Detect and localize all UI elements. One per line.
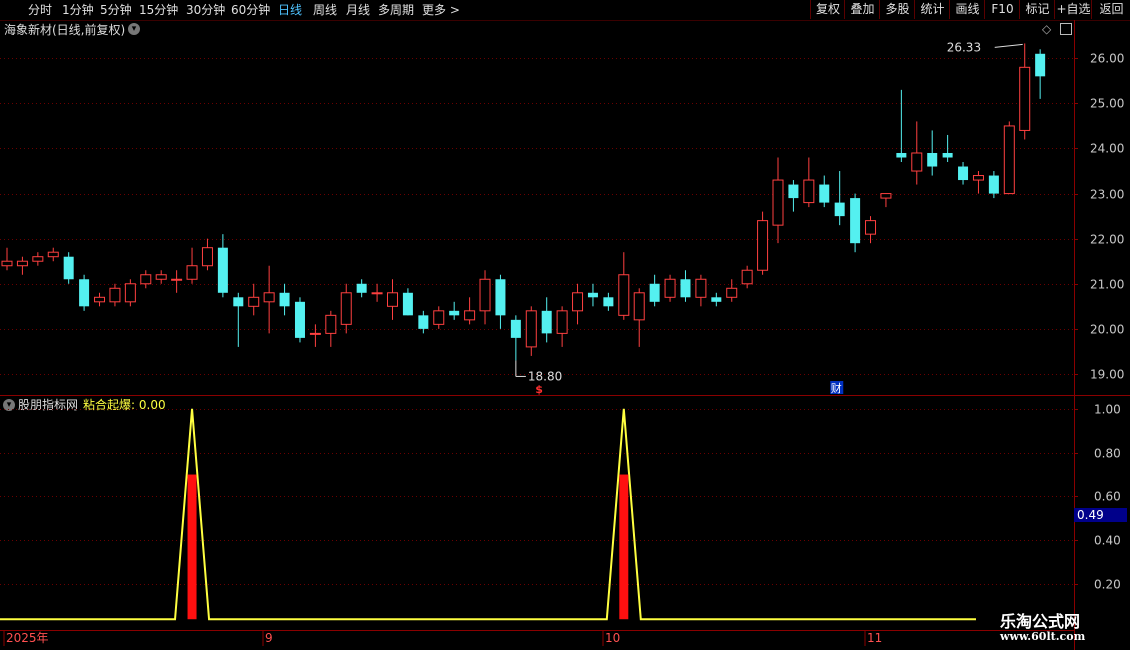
candle-body [124,283,136,303]
candle-body [79,279,90,307]
candle-body [1035,53,1046,77]
stock-chart[interactable]: 19.00 20.00 21.00 22.00 23.00 24.00 25.00 26.00… [0,0,1130,650]
watermark-url: www.60lt.com [1000,630,1086,643]
candle-body [201,247,213,267]
dividend-mark: $ [535,383,543,396]
candle-body [233,297,244,307]
candle-body [942,152,953,158]
candle-body [217,247,228,293]
price-tick-label: 21.00 [1090,278,1124,292]
candle-body [972,175,984,181]
indicator-bar [619,474,629,620]
indicator-tick-label: 0.80 [1094,447,1121,461]
candle-body [418,315,429,329]
time-tick-label: 9 [265,631,273,645]
candle-body [94,296,106,303]
candle-body [63,256,74,280]
indicator-tick-label: 0.40 [1094,534,1121,548]
candle-body [356,283,367,293]
time-tick-label: 11 [867,631,882,645]
candle-body [649,283,660,302]
candle-body [479,278,491,312]
price-tick-label: 19.00 [1090,368,1124,382]
candle-body [325,314,337,334]
indicator-tick-label: 0.20 [1094,578,1121,592]
high-price-label: 26.33 [947,40,981,54]
candle-body [340,292,352,325]
candle-body [711,297,722,302]
candle-body [248,296,260,307]
candle-body [572,292,584,312]
indicator-tick-label: 1.00 [1094,403,1121,417]
candle-body [186,265,198,280]
price-tick-label: 23.00 [1090,188,1124,202]
candle-body [803,179,815,204]
candle-body [541,310,552,334]
candle-body [603,297,614,307]
price-tick-label: 26.00 [1090,52,1124,66]
candle-body [664,278,676,298]
candle-body [47,251,59,258]
candle-body [772,179,784,226]
candle-body [988,175,999,194]
candle-body [741,269,753,285]
candle-body [510,319,521,338]
candle-body [680,279,691,298]
watermark-name: 乐淘公式网 [1000,612,1081,631]
finance-mark: 财 [831,381,842,395]
candle-body [958,166,969,181]
price-tick-label: 20.00 [1090,323,1124,337]
candle-body [109,287,121,303]
candle-body [294,301,305,338]
price-tick-label: 24.00 [1090,142,1124,156]
candle-body [695,278,707,298]
price-tick-label: 25.00 [1090,97,1124,111]
candle-body [464,310,476,321]
candle-body [911,152,923,172]
indicator-tick-label: 0.60 [1094,490,1121,504]
candle-body [880,193,892,199]
candle-body [387,292,398,307]
candle-body [587,292,598,298]
price-tick-label: 22.00 [1090,233,1124,247]
current-value-tag: 0.49 [1074,508,1127,522]
candle-body [309,332,321,335]
time-tick-label: 2025年 [6,631,49,645]
candle-body [32,256,44,262]
candle-body [371,292,383,295]
candle-body [618,274,630,316]
candle-body [1019,66,1031,131]
candle-body [1003,125,1015,195]
candle-body [896,152,907,158]
candle-body [726,287,738,298]
candle-body [433,310,445,325]
candle-body [449,310,460,316]
candle-body [850,198,861,244]
candle-body [819,184,830,203]
candle-body [834,202,845,217]
candle-body [140,274,152,285]
candle-body [263,292,275,303]
candle-body [171,278,183,281]
high-marker-line [994,43,1023,48]
candle-body [402,292,413,316]
candle-body [788,184,799,199]
candle-body [633,292,645,321]
candle-body [16,260,28,267]
candle-body [279,292,290,307]
candle-body [927,152,938,167]
candle-body [155,274,167,280]
candle-body [495,279,506,316]
candle-body [1,260,13,267]
candle-body [525,310,537,348]
low-price-label: 18.80 [528,369,562,383]
candle-body [865,220,877,235]
time-tick-label: 10 [605,631,620,645]
candle-body [556,310,568,334]
candle-body [757,220,769,271]
indicator-line [0,408,976,621]
indicator-bar [187,474,197,620]
